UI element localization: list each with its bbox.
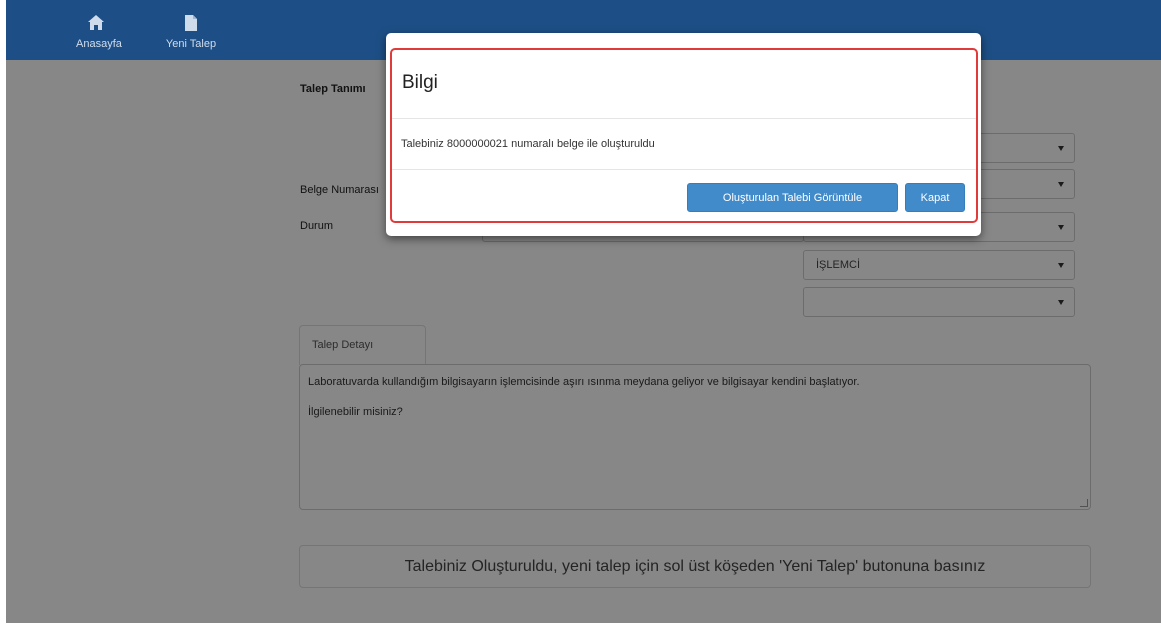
nav-home-button[interactable]: Anasayfa (76, 6, 122, 50)
info-modal: Bilgi Talebiniz 8000000021 numaralı belg… (386, 33, 981, 236)
modal-highlight-frame: Bilgi Talebiniz 8000000021 numaralı belg… (390, 48, 978, 223)
modal-message: Talebiniz 8000000021 numaralı belge ile … (392, 119, 976, 170)
home-icon (88, 15, 104, 30)
modal-header: Bilgi (392, 50, 976, 119)
nav-home-label: Anasayfa (76, 38, 122, 50)
nav-new-request-label: Yeni Talep (165, 38, 217, 50)
modal-title: Bilgi (402, 72, 438, 93)
view-request-button[interactable]: Oluşturulan Talebi Görüntüle (687, 183, 898, 212)
modal-footer: Oluşturulan Talebi Görüntüle Kapat (392, 170, 976, 222)
nav-new-request-button[interactable]: Yeni Talep (151, 6, 231, 50)
document-icon (185, 15, 197, 31)
close-button[interactable]: Kapat (905, 183, 965, 212)
